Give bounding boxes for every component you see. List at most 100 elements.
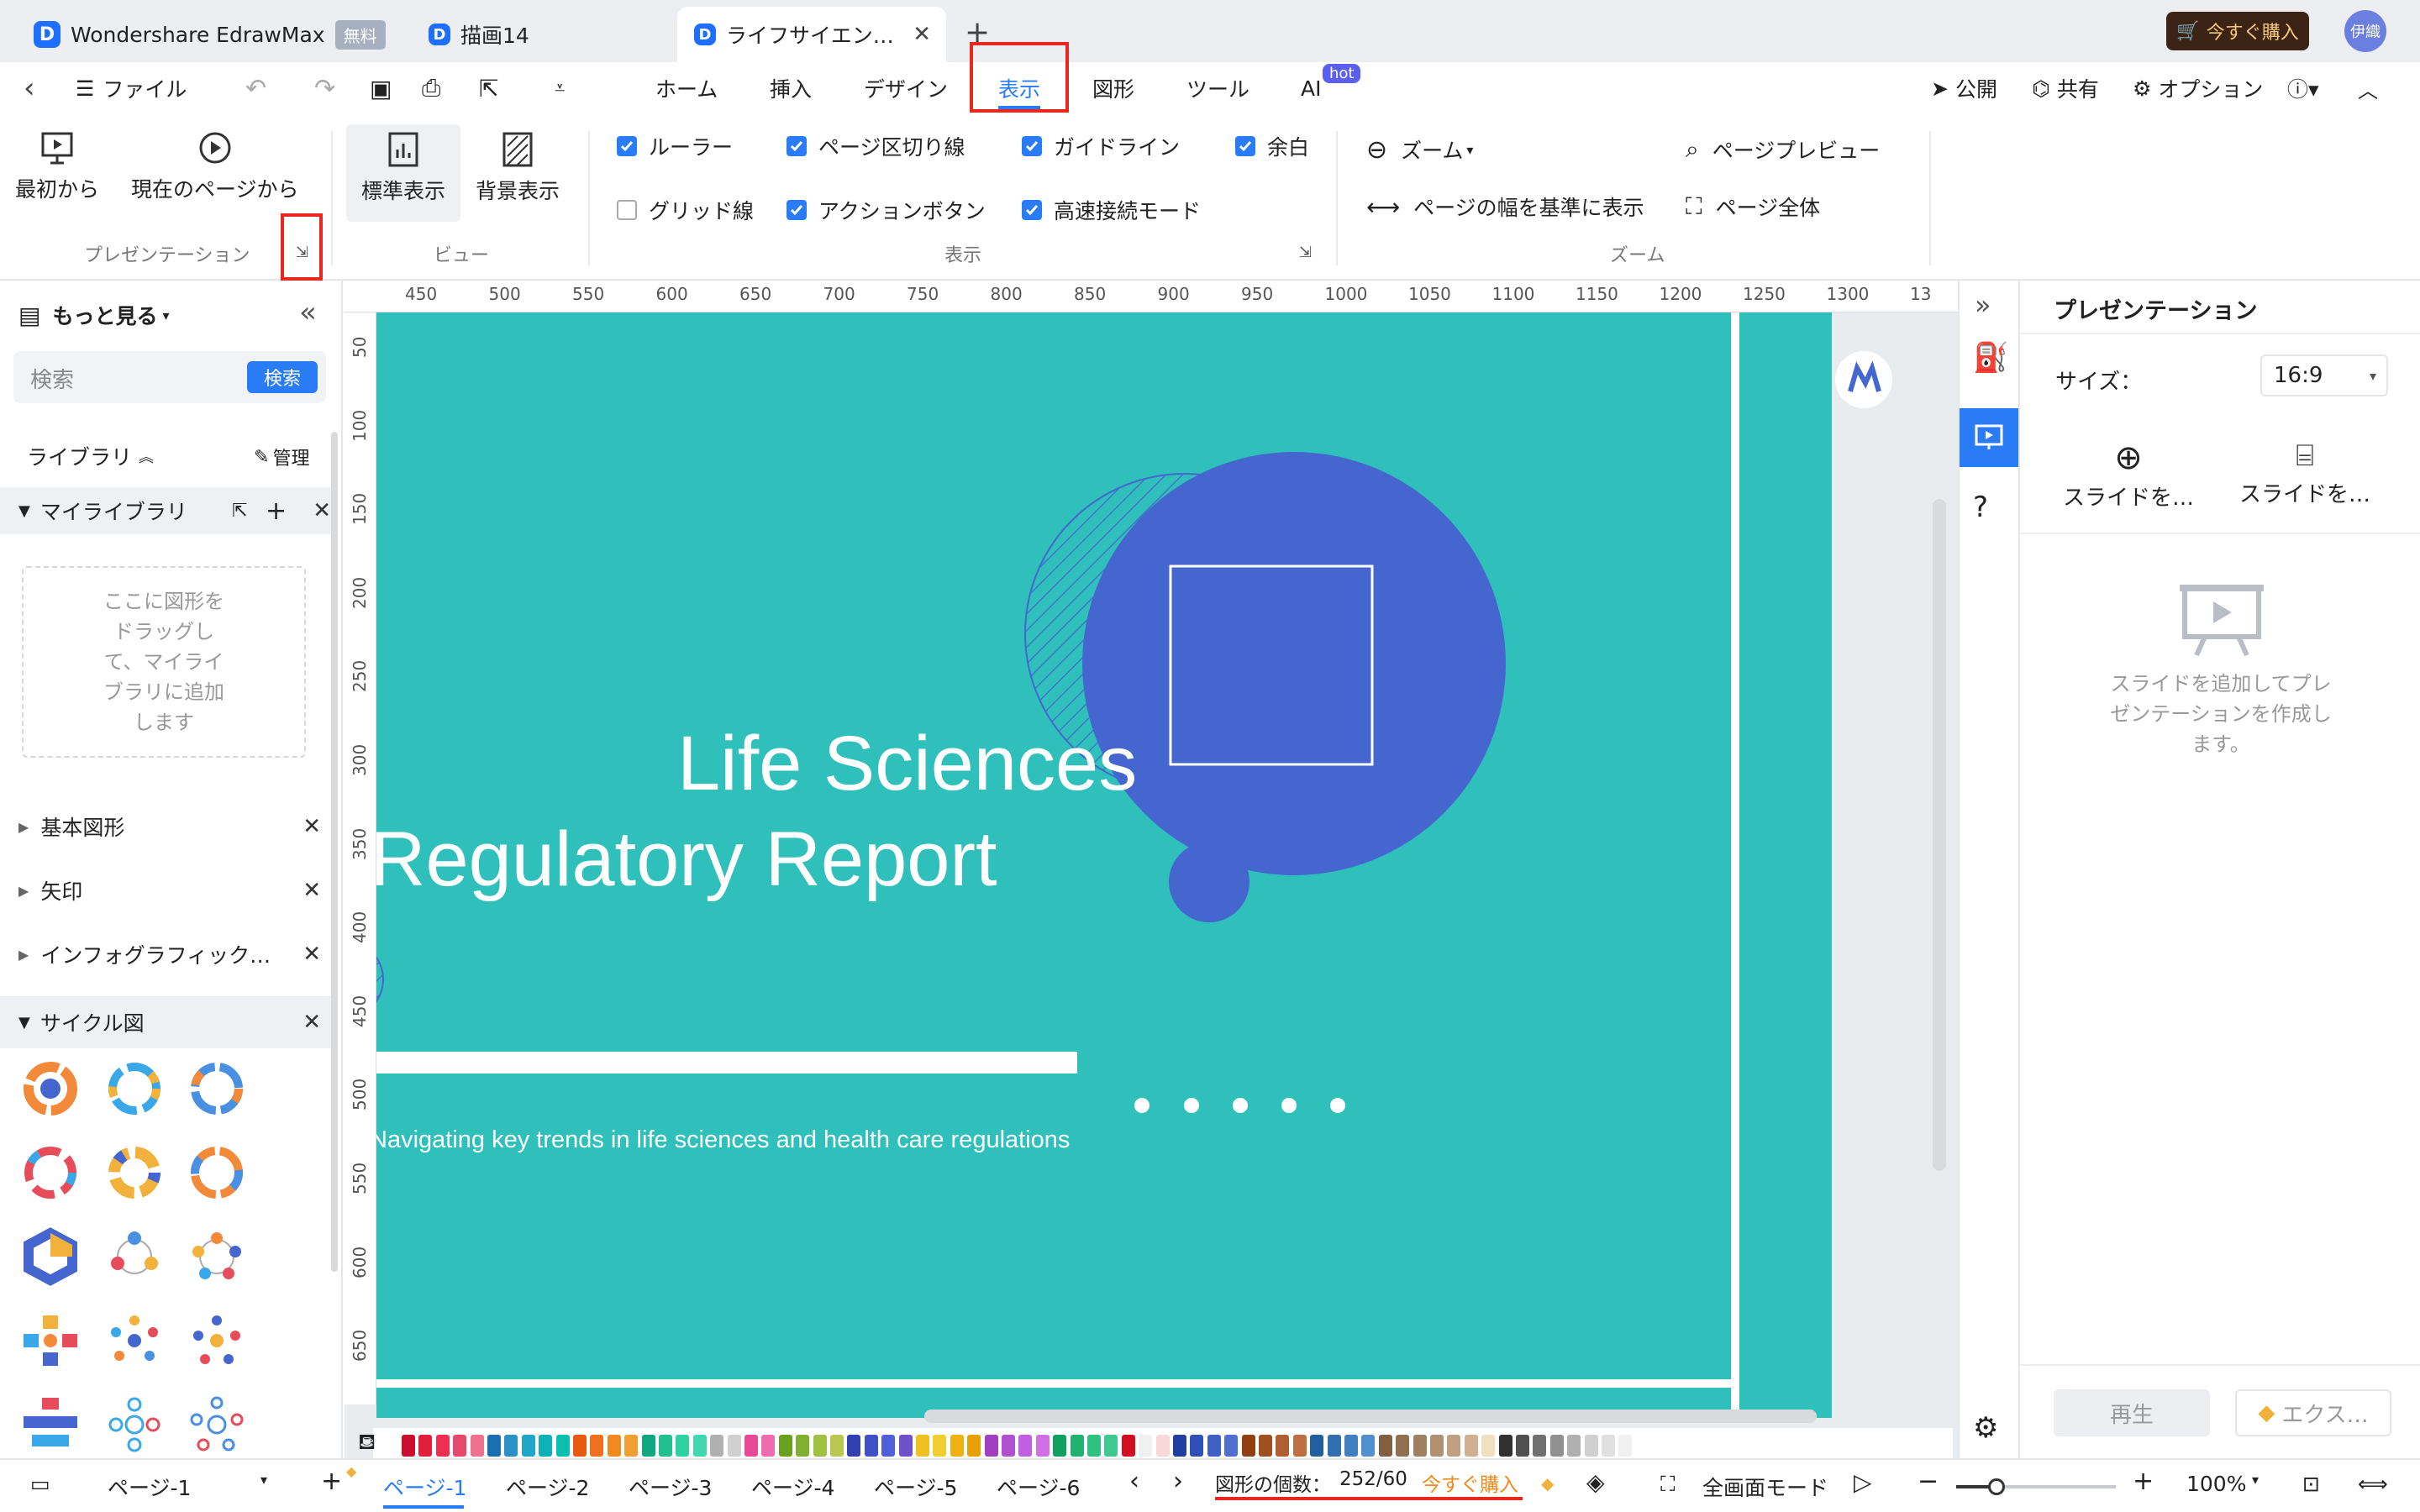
color-swatch[interactable] — [1310, 1435, 1324, 1457]
cycle-diagram-thumb[interactable] — [187, 1142, 247, 1203]
color-swatch[interactable] — [1087, 1435, 1101, 1457]
size-select[interactable]: 16:9 ▾ — [2260, 354, 2388, 396]
color-swatch[interactable] — [727, 1435, 741, 1457]
publish-button[interactable]: ➤ 公開 — [1931, 62, 1997, 114]
color-swatch[interactable] — [1516, 1435, 1529, 1457]
zoom-slider-thumb[interactable] — [1988, 1478, 2005, 1495]
color-swatch[interactable] — [1139, 1435, 1153, 1457]
fit-width-button[interactable]: ⟷ ページの幅を基準に表示 — [1366, 192, 1644, 222]
search-button[interactable]: 検索 — [247, 361, 318, 393]
color-swatch[interactable] — [1276, 1435, 1290, 1457]
color-swatch[interactable] — [1207, 1435, 1221, 1457]
cycle-diagram-thumb[interactable] — [104, 1226, 165, 1287]
presentation-panel-button[interactable] — [1960, 408, 2018, 467]
grid-checkbox[interactable]: グリッド線 — [617, 195, 754, 225]
next-page-icon[interactable]: › — [1173, 1467, 1183, 1496]
search-input[interactable]: 検索 — [30, 363, 74, 394]
zoom-in-button[interactable]: + — [2133, 1467, 2154, 1496]
add-page-icon[interactable]: + — [321, 1467, 342, 1496]
color-swatch[interactable] — [1035, 1435, 1050, 1457]
color-swatch[interactable] — [539, 1435, 553, 1457]
cycle-diagram-thumb[interactable] — [104, 1310, 165, 1371]
my-library-header[interactable]: ▼ マイライブラリ ⇱ + ✕ — [0, 487, 336, 534]
settings-gear-icon[interactable]: ⚙ — [1973, 1411, 1998, 1445]
color-swatch[interactable] — [402, 1435, 415, 1457]
color-swatch[interactable] — [1430, 1435, 1444, 1457]
help-circle-icon[interactable]: ? — [1973, 491, 1988, 524]
color-swatch[interactable] — [1018, 1435, 1033, 1457]
fast-connect-checkbox[interactable]: 高速接続モード — [1022, 195, 1201, 225]
fit-width-icon[interactable]: ⟺ — [2358, 1472, 2388, 1496]
color-swatch[interactable] — [676, 1435, 690, 1457]
cycle-diagram-thumb[interactable] — [20, 1310, 81, 1371]
cycle-diagram-thumb[interactable] — [20, 1226, 81, 1287]
doc-tab-2[interactable]: D ライフサイエン… ✕ — [677, 7, 946, 62]
color-swatch[interactable] — [830, 1435, 844, 1457]
menu-tools[interactable]: ツール — [1186, 62, 1249, 114]
page-tab-4[interactable]: ページ-4 — [751, 1472, 834, 1502]
prev-page-icon[interactable]: ‹ — [1129, 1467, 1139, 1496]
canvas-area[interactable]: Life Sciences Regulatory Report Navigati… — [345, 281, 1958, 1458]
add-icon[interactable]: + — [266, 496, 287, 526]
cycle-diagram-thumb[interactable] — [20, 1394, 81, 1455]
collapse-ribbon-icon[interactable]: ︿ — [2358, 62, 2378, 114]
manage-button[interactable]: ✎ 管理 — [254, 444, 309, 470]
color-swatch[interactable] — [1464, 1435, 1478, 1457]
color-swatch[interactable] — [710, 1435, 724, 1457]
color-swatch[interactable] — [1155, 1435, 1170, 1457]
cycle-diagram-thumb[interactable] — [104, 1142, 165, 1203]
color-swatch[interactable] — [1121, 1435, 1135, 1457]
zoom-out-button[interactable]: − — [1918, 1467, 1939, 1496]
color-swatch[interactable] — [1533, 1435, 1547, 1457]
page-panel-icon[interactable]: ▭ — [30, 1472, 50, 1496]
color-swatch[interactable] — [967, 1435, 981, 1457]
color-swatch[interactable] — [744, 1435, 758, 1457]
export-icon[interactable]: ⇱ — [479, 62, 498, 114]
background-view-button[interactable]: 背景表示 — [476, 131, 560, 205]
page-tab-3[interactable]: ページ-3 — [629, 1472, 712, 1502]
import-icon[interactable]: ⇱ — [232, 501, 247, 522]
page-break-checkbox[interactable]: ページ区切り線 — [786, 131, 965, 161]
close-icon[interactable]: ✕ — [302, 878, 321, 903]
color-swatch[interactable] — [504, 1435, 518, 1457]
cycle-diagram-thumb[interactable] — [187, 1394, 247, 1455]
color-swatch[interactable] — [1396, 1435, 1410, 1457]
margin-checkbox[interactable]: 余白 — [1235, 131, 1309, 161]
print-icon[interactable]: ⎙ — [422, 62, 440, 114]
color-swatch[interactable] — [847, 1435, 861, 1457]
color-swatch[interactable] — [590, 1435, 604, 1457]
undo-icon[interactable]: ↶ — [245, 62, 266, 114]
color-swatch[interactable] — [470, 1435, 484, 1457]
drop-zone[interactable]: ここに図形を ドラッグし て、マイライ ブラリに追加 します — [22, 566, 306, 758]
buy-now-button[interactable]: 🛒 今すぐ購入 — [2166, 12, 2309, 50]
color-swatch[interactable] — [898, 1435, 913, 1457]
color-swatch[interactable] — [521, 1435, 535, 1457]
color-swatch[interactable] — [659, 1435, 672, 1457]
color-swatch[interactable] — [916, 1435, 929, 1457]
color-swatch[interactable] — [813, 1435, 827, 1457]
category-basic-shapes[interactable]: ▶ 基本図形 ✕ — [0, 803, 336, 850]
color-swatch[interactable] — [418, 1435, 433, 1457]
color-swatch[interactable] — [487, 1435, 501, 1457]
color-swatch[interactable] — [1104, 1435, 1118, 1457]
page-tab-5[interactable]: ページ-5 — [874, 1472, 957, 1502]
color-swatch[interactable] — [641, 1435, 655, 1457]
whole-page-button[interactable]: ⛶ ページ全体 — [1686, 192, 1820, 222]
group-expand-icon[interactable]: ⇲ — [1299, 244, 1312, 261]
user-avatar[interactable]: 伊織 — [2344, 10, 2386, 52]
color-swatch[interactable] — [984, 1435, 998, 1457]
export-button[interactable]: ◆ エクス… — [2235, 1389, 2391, 1436]
page-preview-button[interactable]: ⌕ ページプレビュー — [1686, 134, 1880, 165]
back-icon[interactable]: ‹ — [24, 62, 35, 114]
from-start-button[interactable]: 最初から — [15, 129, 99, 203]
cycle-diagram-thumb[interactable] — [104, 1394, 165, 1455]
color-swatch[interactable] — [1378, 1435, 1392, 1457]
color-swatch[interactable] — [624, 1435, 639, 1457]
color-swatch[interactable] — [1481, 1435, 1496, 1457]
color-swatch[interactable] — [1549, 1435, 1564, 1457]
cycle-diagram-thumb[interactable] — [104, 1058, 165, 1119]
share-button[interactable]: ⌬ 共有 — [2032, 62, 2099, 114]
color-swatch[interactable] — [573, 1435, 587, 1457]
close-icon[interactable]: ✕ — [313, 498, 331, 523]
color-swatch[interactable] — [1567, 1435, 1581, 1457]
